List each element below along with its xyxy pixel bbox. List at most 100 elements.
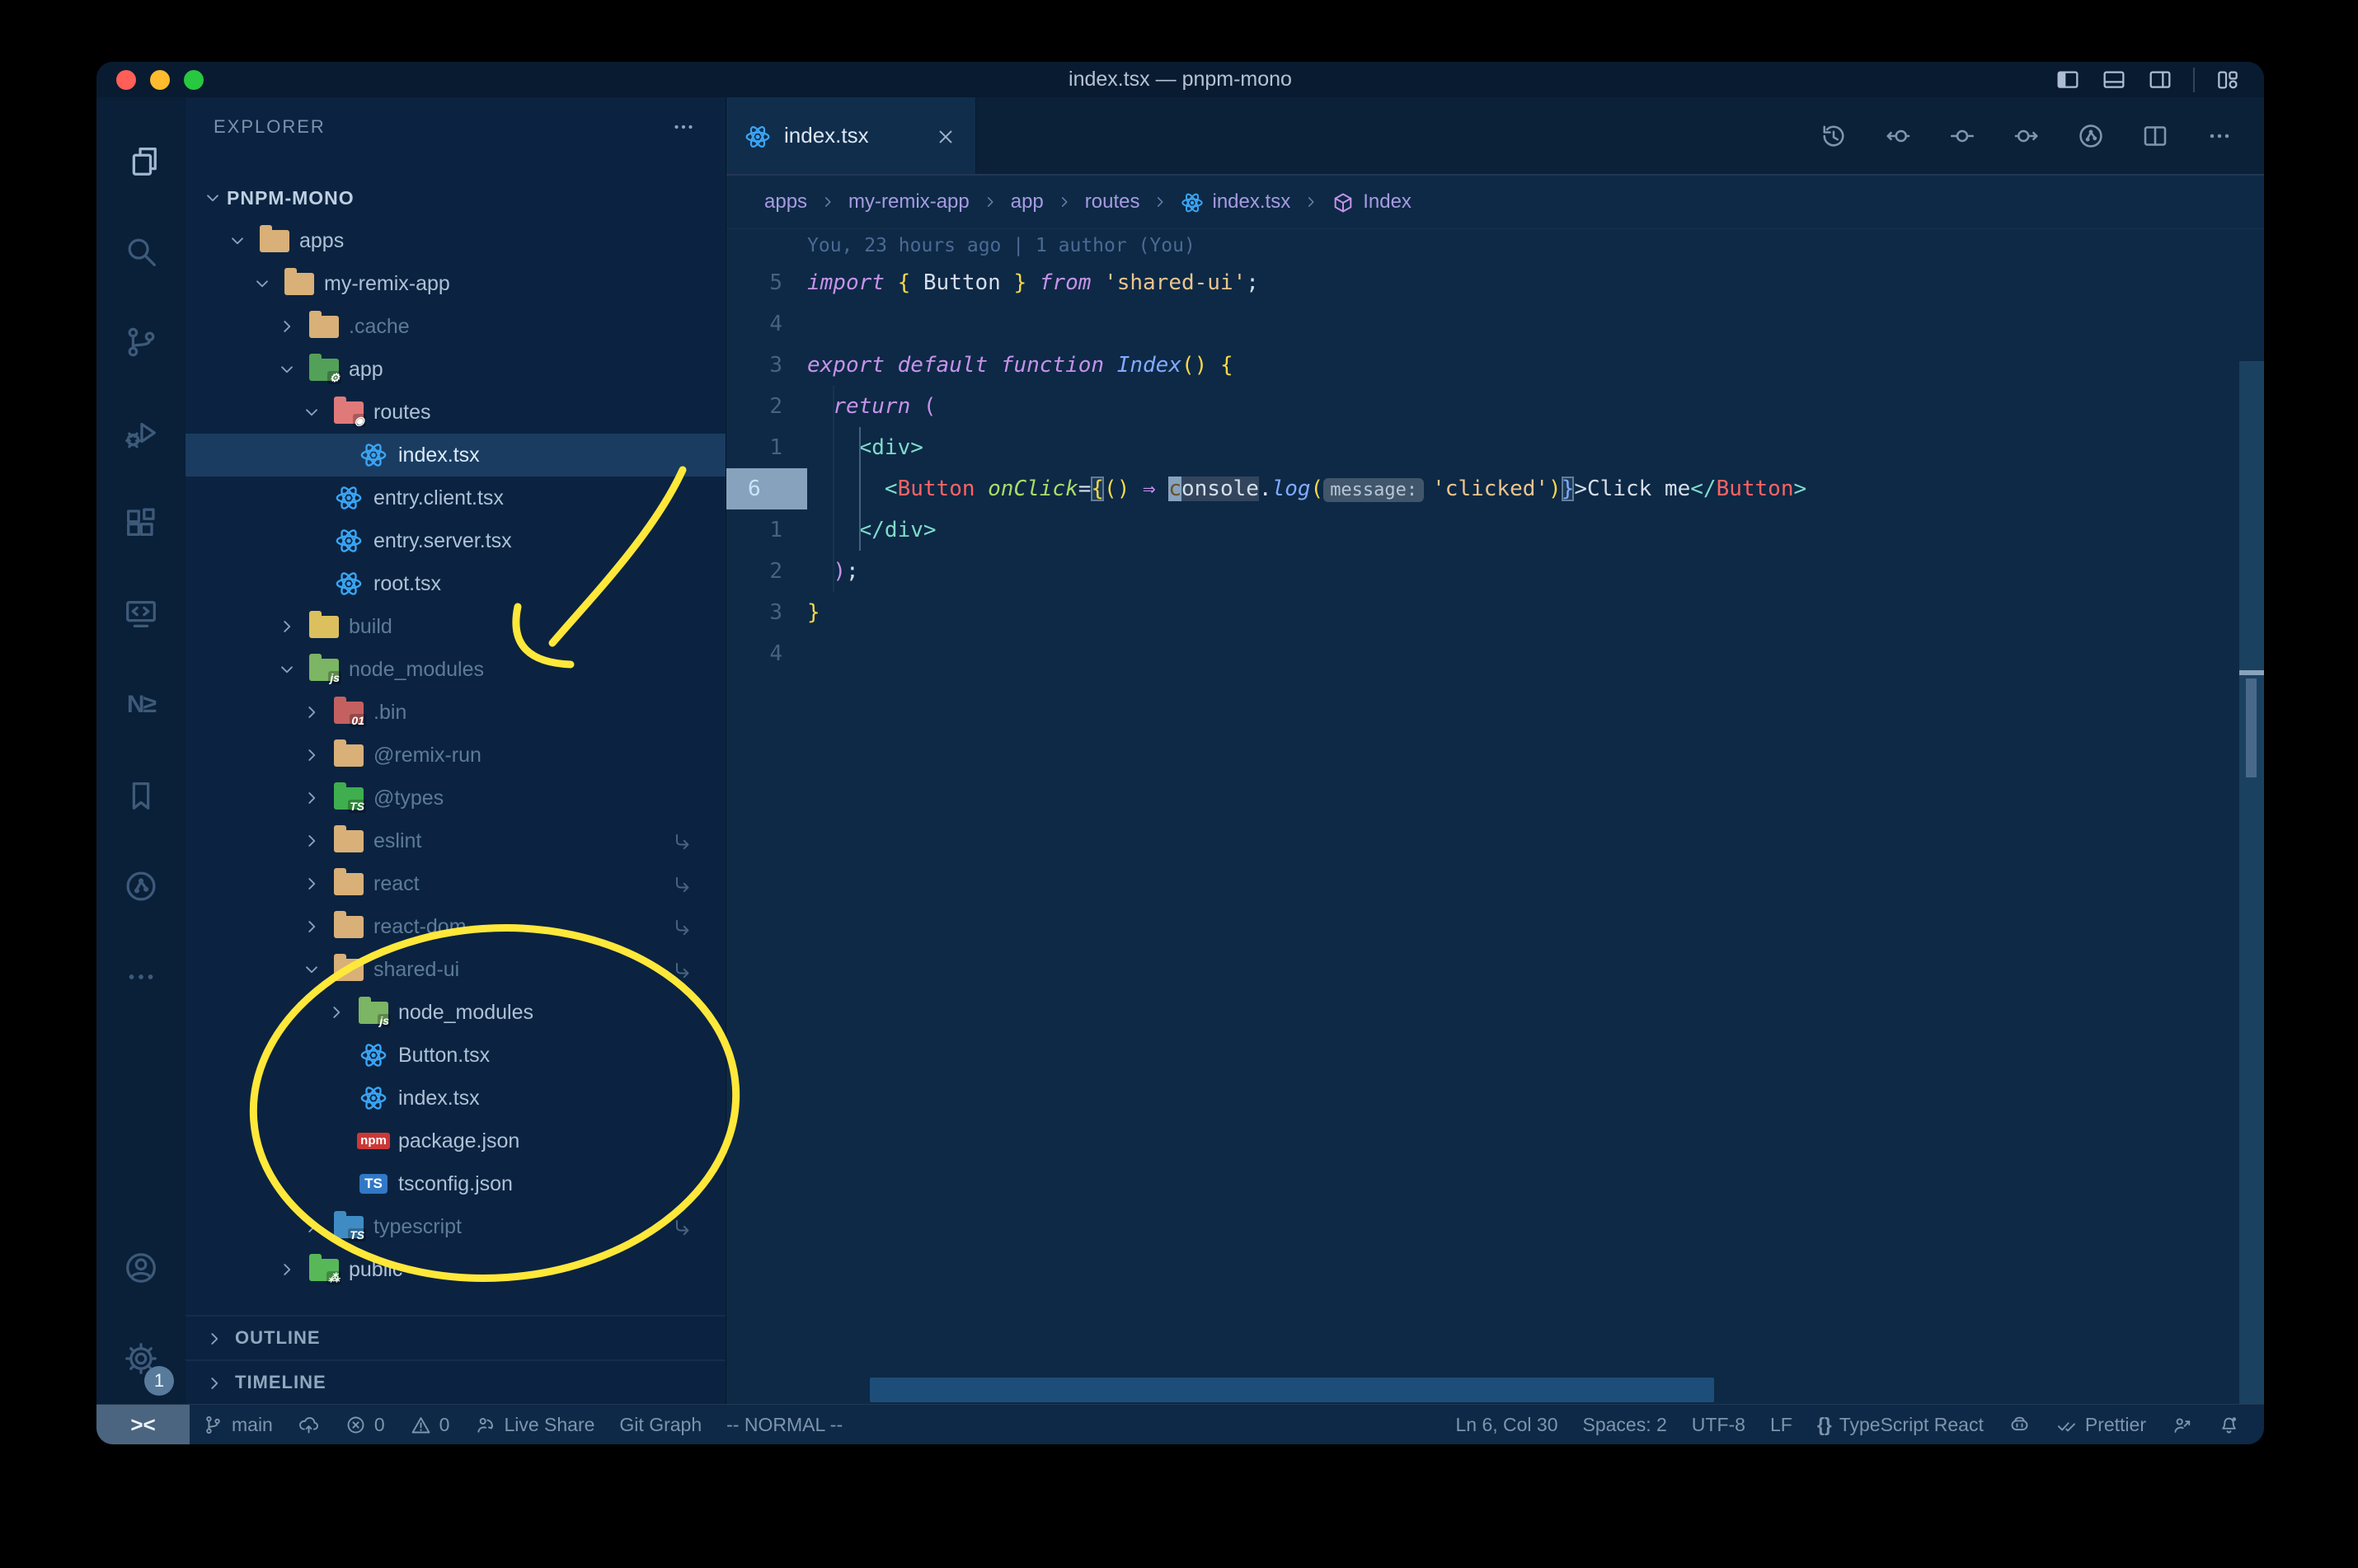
workspace-root-pnpm-mono[interactable]: PNPM-MONO [186, 176, 726, 219]
status-eol[interactable]: LF [1758, 1405, 1805, 1444]
tree-item-apps[interactable]: apps [186, 219, 726, 262]
zoom-window-button[interactable] [184, 69, 204, 90]
code-line[interactable]: 5 import { Button } from 'shared-ui'; [726, 262, 2264, 303]
timeline-history-icon[interactable] [1819, 121, 1848, 151]
status-indentation[interactable]: Spaces: 2 [1571, 1405, 1679, 1444]
tree-item-index-tsx[interactable]: index.tsx [186, 1077, 726, 1120]
tree-item--cache[interactable]: .cache [186, 305, 726, 348]
activity-item-more-views[interactable] [96, 932, 186, 1022]
line-number-gutter[interactable]: 4 [726, 633, 807, 674]
tree-item-routes[interactable]: ◉ routes [186, 391, 726, 434]
tree-item--bin[interactable]: 01 .bin [186, 691, 726, 734]
tree-item-react[interactable]: react [186, 862, 726, 905]
split-editor-icon[interactable] [2140, 121, 2170, 151]
close-window-button[interactable] [116, 69, 136, 90]
activity-item-remote-explorer[interactable] [96, 569, 186, 660]
tree-item-my-remix-app[interactable]: my-remix-app [186, 262, 726, 305]
tree-item-button-tsx[interactable]: Button.tsx [186, 1034, 726, 1077]
remote-indicator[interactable]: >< [96, 1405, 190, 1444]
tree-item--remix-run[interactable]: @remix-run [186, 734, 726, 777]
activity-item-source-control[interactable] [96, 297, 186, 387]
line-number-gutter[interactable]: 5 [726, 262, 807, 303]
line-number-gutter[interactable]: 1 [726, 509, 807, 551]
activity-item-accounts[interactable] [96, 1223, 186, 1313]
tree-item-react-dom[interactable]: react-dom [186, 905, 726, 948]
vertical-scrollbar[interactable] [2239, 361, 2264, 1404]
tree-item-eslint[interactable]: eslint [186, 819, 726, 862]
status-encoding[interactable]: UTF-8 [1679, 1405, 1758, 1444]
next-change-icon[interactable] [2012, 121, 2041, 151]
tab-index-tsx[interactable]: index.tsx [726, 97, 976, 174]
tree-item-node-modules[interactable]: js node_modules [186, 991, 726, 1034]
tree-item--types[interactable]: TS @types [186, 777, 726, 819]
status-copilot[interactable] [1996, 1405, 2043, 1444]
tree-item-shared-ui[interactable]: shared-ui [186, 948, 726, 991]
status-errors[interactable]: 0 [332, 1405, 397, 1444]
status-cursor-position[interactable]: Ln 6, Col 30 [1443, 1405, 1570, 1444]
tree-item-app[interactable]: ⚙ app [186, 348, 726, 391]
code-line[interactable]: 2 ); [726, 551, 2264, 592]
status-git-graph[interactable]: Git Graph [607, 1405, 714, 1444]
more-actions-icon[interactable] [2205, 121, 2234, 151]
code-line[interactable]: 6 <Button onClick={() ⇒ console.log(mess… [726, 468, 2264, 509]
tree-item-package-json[interactable]: npm package.json [186, 1120, 726, 1162]
breadcrumb-item-app[interactable]: app [1011, 190, 1044, 214]
current-change-icon[interactable] [1947, 121, 1977, 151]
status-warnings[interactable]: 0 [397, 1405, 463, 1444]
status-notifications[interactable] [2205, 1405, 2252, 1444]
activity-item-search[interactable] [96, 206, 186, 297]
activity-item-settings[interactable]: 1 [96, 1313, 186, 1404]
tree-item-tsconfig-json[interactable]: TS tsconfig.json [186, 1162, 726, 1205]
line-number-gutter[interactable]: 3 [726, 345, 807, 386]
tree-item-typescript[interactable]: TS typescript [186, 1205, 726, 1248]
breadcrumb-item-index-tsx[interactable]: index.tsx [1181, 190, 1290, 214]
code-line[interactable]: 3} [726, 592, 2264, 633]
line-number-gutter[interactable]: 2 [726, 551, 807, 592]
activity-item-run-debug[interactable] [96, 387, 186, 478]
tree-item-public[interactable]: ⁂ public [186, 1248, 726, 1291]
status-vim-mode[interactable]: -- NORMAL -- [714, 1405, 855, 1444]
toggle-secondary-sidebar-icon[interactable] [2147, 67, 2173, 93]
tree-item-build[interactable]: build [186, 605, 726, 648]
breadcrumb-item-index[interactable]: Index [1332, 190, 1412, 214]
line-number-gutter[interactable]: 2 [726, 386, 807, 427]
status-feedback[interactable] [2158, 1405, 2205, 1444]
explorer-more-actions-icon[interactable] [669, 113, 698, 141]
tree-item-entry-server-tsx[interactable]: entry.server.tsx [186, 519, 726, 562]
tree-item-root-tsx[interactable]: root.tsx [186, 562, 726, 605]
sidebar-section-timeline[interactable]: TIMELINE [186, 1359, 726, 1404]
customize-layout-icon[interactable] [2215, 67, 2241, 93]
tree-item-node-modules[interactable]: js node_modules [186, 648, 726, 691]
code-editor[interactable]: You, 23 hours ago | 1 author (You) 5 impo… [726, 229, 2264, 1404]
previous-change-icon[interactable] [1883, 121, 1913, 151]
code-line[interactable]: 1 <div> [726, 427, 2264, 468]
activity-item-extensions[interactable] [96, 478, 186, 569]
code-line[interactable]: 4 [726, 303, 2264, 345]
minimize-window-button[interactable] [150, 69, 170, 90]
line-number-gutter[interactable]: 6 [726, 468, 807, 509]
activity-item-nx-console[interactable]: N≥ [96, 660, 186, 750]
file-history-icon[interactable] [2076, 121, 2106, 151]
status-publish-changes[interactable] [285, 1405, 332, 1444]
line-number-gutter[interactable]: 1 [726, 427, 807, 468]
code-line[interactable]: 3 export default function Index() { [726, 345, 2264, 386]
activity-item-explorer[interactable] [96, 115, 186, 206]
code-line[interactable]: 2 return ( [726, 386, 2264, 427]
code-line[interactable]: 4 [726, 633, 2264, 674]
activity-item-git-graph[interactable] [96, 841, 186, 932]
horizontal-scrollbar[interactable] [870, 1378, 1714, 1402]
line-number-gutter[interactable]: 3 [726, 592, 807, 633]
vertical-scrollbar-slider[interactable] [2246, 678, 2257, 777]
breadcrumb-item-apps[interactable]: apps [764, 190, 807, 214]
toggle-panel-icon[interactable] [2101, 67, 2127, 93]
status-live-share[interactable]: Live Share [462, 1405, 607, 1444]
status-formatter-prettier[interactable]: Prettier [2043, 1405, 2158, 1444]
toggle-primary-sidebar-icon[interactable] [2055, 67, 2081, 93]
line-number-gutter[interactable]: 4 [726, 303, 807, 345]
status-language-mode[interactable]: {} TypeScript React [1805, 1405, 1996, 1444]
breadcrumb-item-my-remix-app[interactable]: my-remix-app [848, 190, 970, 214]
code-line[interactable]: 1 </div> [726, 509, 2264, 551]
close-tab-icon[interactable] [934, 123, 957, 148]
activity-item-bookmarks[interactable] [96, 750, 186, 841]
tree-item-entry-client-tsx[interactable]: entry.client.tsx [186, 477, 726, 519]
